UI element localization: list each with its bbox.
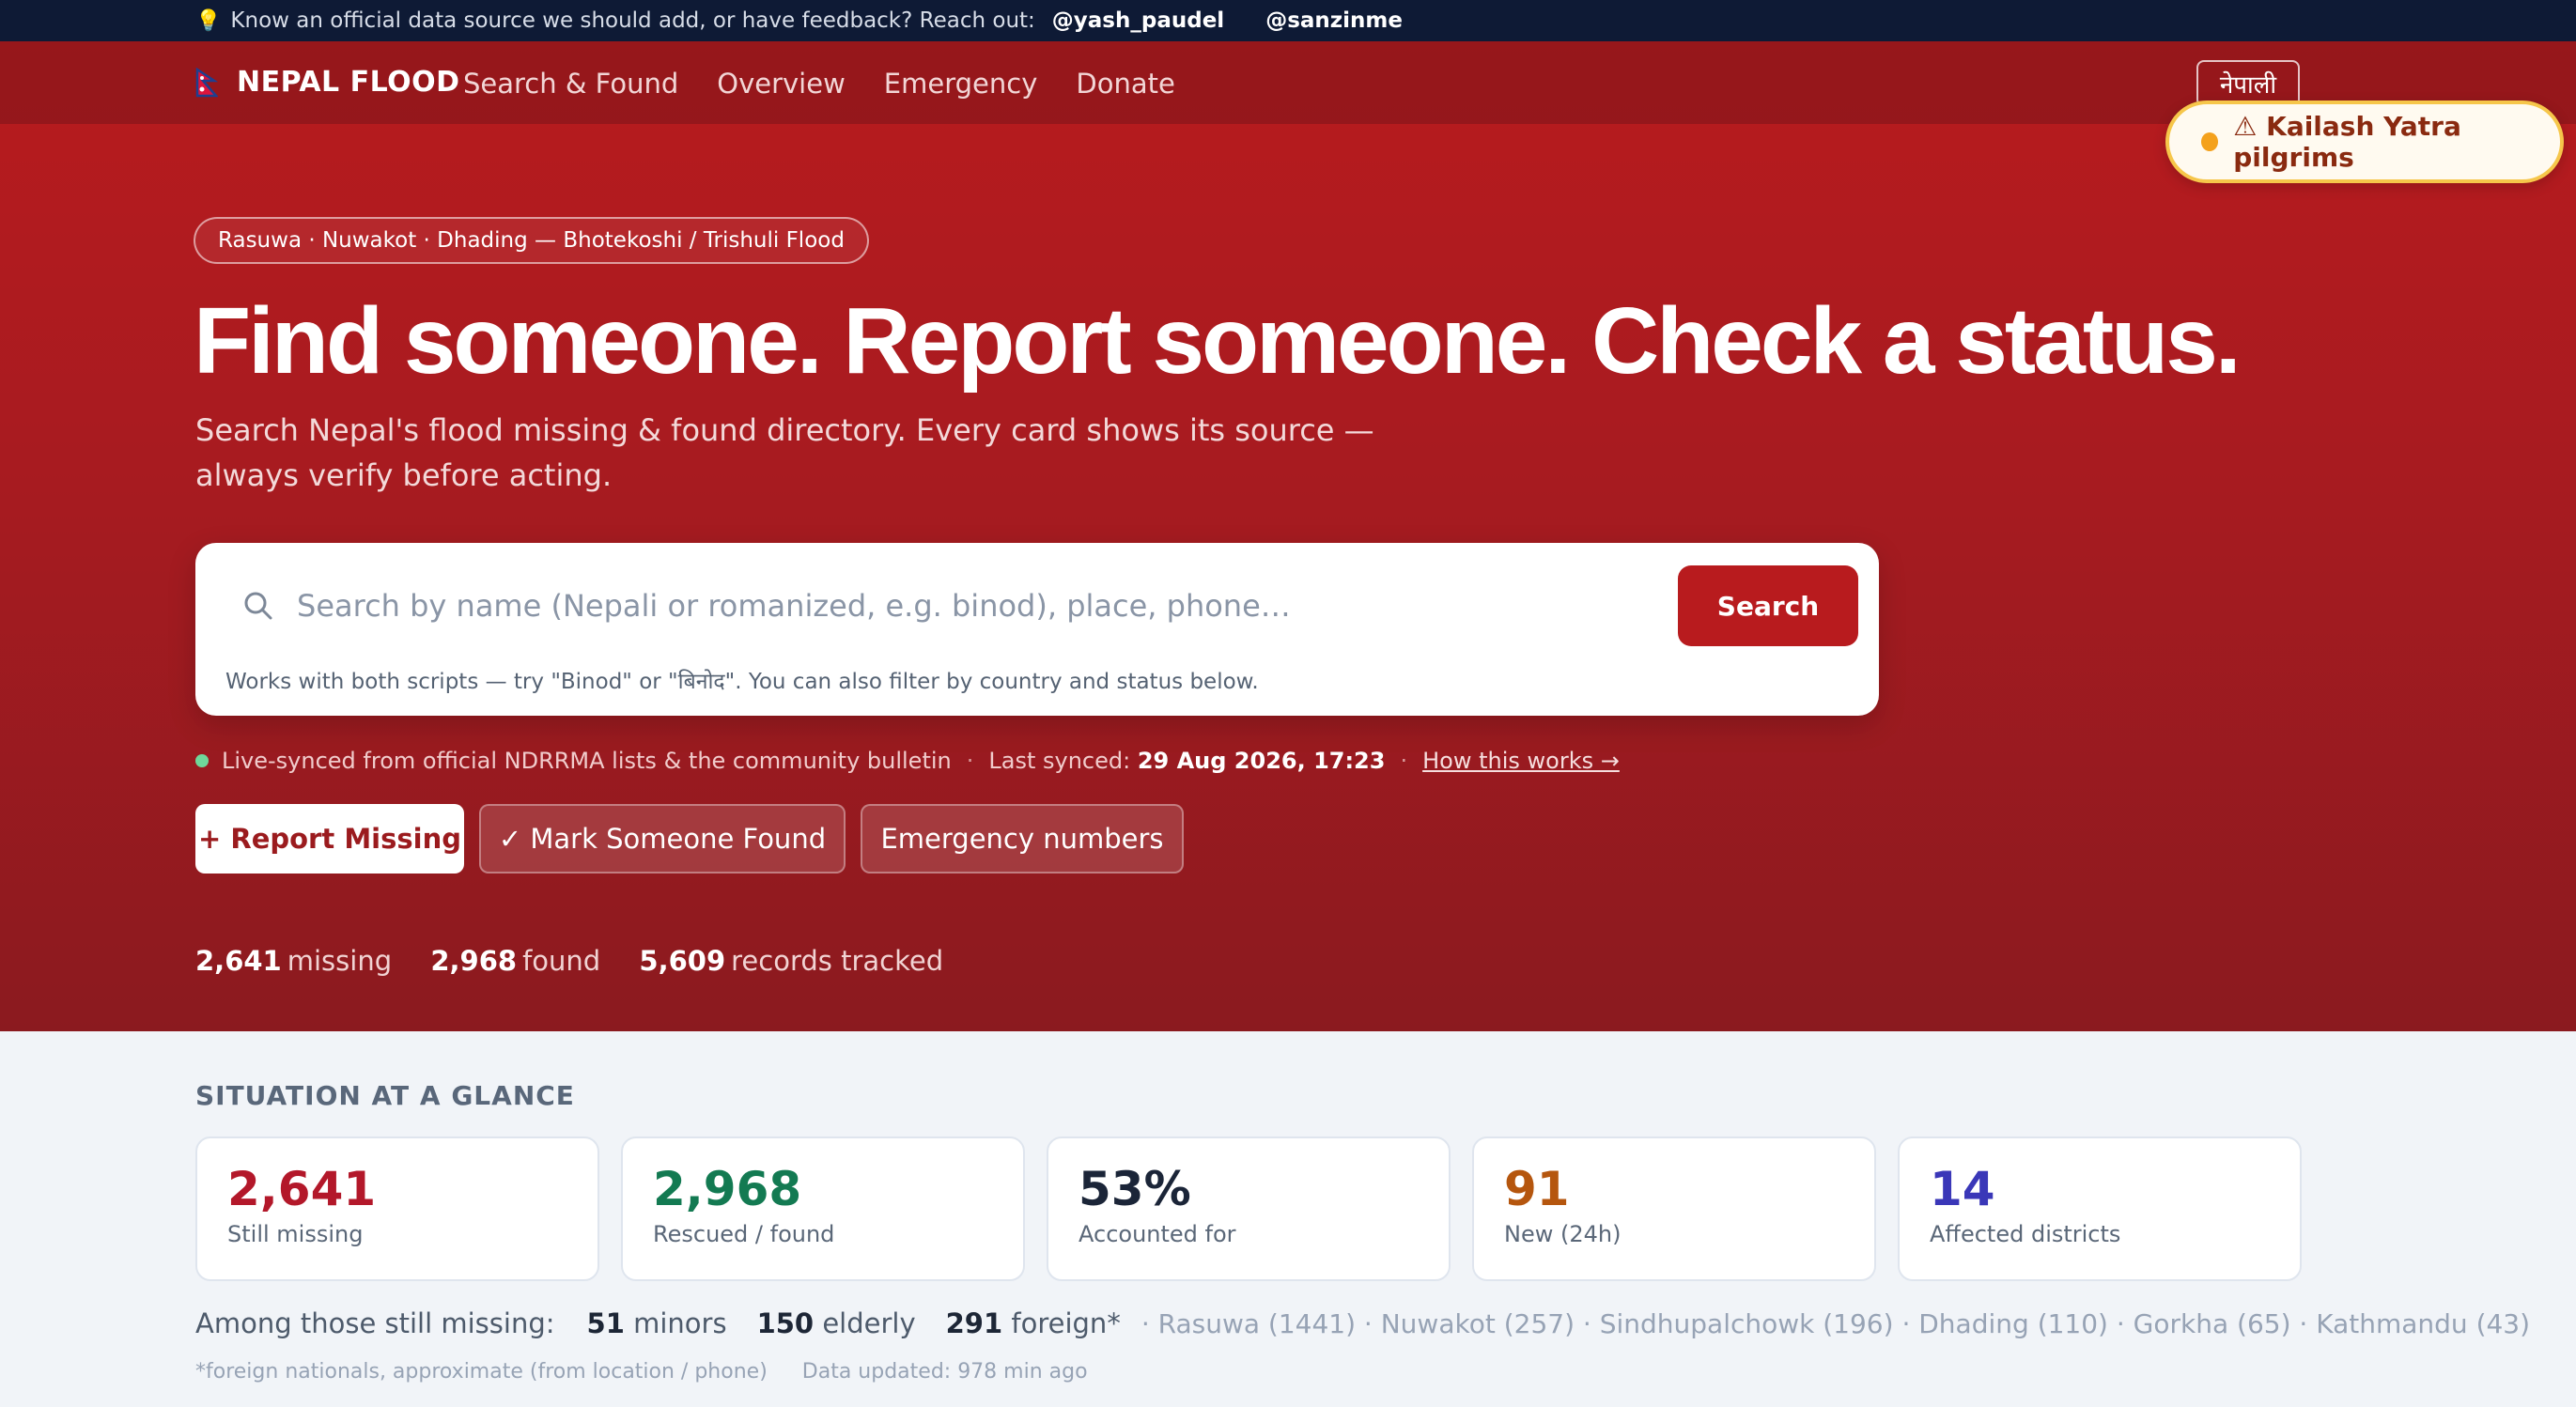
stat-label: Rescued / found (653, 1221, 835, 1247)
missing-label: missing (287, 945, 393, 977)
lightbulb-icon: 💡 (195, 8, 222, 33)
alert-dot-icon (2201, 132, 2219, 151)
foreign-group: 291 foreign* (946, 1307, 1121, 1339)
elderly-count: 150 (756, 1307, 815, 1339)
situation-title: SITUATION AT A GLANCE (195, 1080, 575, 1111)
region-badge: Rasuwa · Nuwakot · Dhading — Bhotekoshi … (194, 217, 869, 264)
stat-value: 2,968 (653, 1162, 802, 1216)
summary-counts: 2,641 missing 2,968 found 5,609 records tra… (195, 945, 943, 977)
announcement-bar: 💡 Know an official data source we should… (0, 0, 2576, 41)
nav-links: Search & Found Overview Emergency Donate (463, 68, 1214, 100)
elderly-label: elderly (822, 1307, 916, 1339)
how-this-works-link[interactable]: How this works → (1422, 748, 1620, 774)
announcement-text: Know an official data source we should a… (230, 8, 1035, 33)
found-count: 2,968 (430, 945, 518, 977)
last-synced-label: Last synced: (988, 748, 1131, 774)
nepal-flag-icon (195, 67, 218, 98)
brand-logo[interactable]: NEPAL FLOOD (195, 66, 460, 99)
footnote: *foreign nationals, approximate (from lo… (195, 1360, 1088, 1384)
search-icon (242, 590, 274, 622)
search-card: Search Works with both scripts — try "Bi… (195, 543, 1879, 716)
sync-source-text: Live-synced from official NDRRMA lists &… (222, 748, 952, 774)
stat-label: Accounted for (1079, 1221, 1236, 1247)
foreign-footnote: *foreign nationals, approximate (from lo… (195, 1360, 768, 1384)
nav-emergency[interactable]: Emergency (884, 68, 1038, 100)
stat-cards: 2,641 Still missing 2,968 Rescued / foun… (195, 1136, 2323, 1281)
missing-breakdown: Among those still missing: 51 minors 150… (195, 1307, 2530, 1339)
page-subhead: Search Nepal's flood missing & found dir… (195, 412, 1374, 493)
stat-card-affected-districts: 14 Affected districts (1898, 1136, 2302, 1281)
stat-value: 91 (1504, 1162, 1570, 1216)
stat-label: Still missing (227, 1221, 364, 1247)
missing-count: 2,641 (195, 945, 282, 977)
stat-card-new-24h: 91 New (24h) (1472, 1136, 1876, 1281)
minors-label: minors (633, 1307, 727, 1339)
brand-name: NEPAL FLOOD (237, 66, 460, 99)
mark-found-button[interactable]: ✓ Mark Someone Found (479, 804, 846, 874)
separator: · (966, 748, 974, 774)
nav-overview[interactable]: Overview (717, 68, 846, 100)
foreign-count: 291 (945, 1307, 1003, 1339)
stat-label: New (24h) (1504, 1221, 1622, 1247)
stat-value: 14 (1930, 1162, 1995, 1216)
stat-value: 53% (1079, 1162, 1191, 1216)
minors-count: 51 (586, 1307, 625, 1339)
nav-donate[interactable]: Donate (1076, 68, 1174, 100)
contact-link-yash[interactable]: @yash_paudel (1052, 8, 1224, 33)
elderly-group: 150 elderly (757, 1307, 916, 1339)
records-label: records tracked (731, 945, 944, 977)
records-count: 5,609 (639, 945, 726, 977)
sync-status: Live-synced from official NDRRMA lists &… (195, 748, 1620, 774)
found-label: found (522, 945, 601, 977)
page-headline: Find someone. Report someone. Check a st… (194, 288, 2242, 394)
alert-text: ⚠ Kailash Yatra pilgrims (2233, 111, 2461, 173)
search-input[interactable] (297, 579, 1706, 633)
stat-value: 2,641 (227, 1162, 377, 1216)
action-buttons: + Report Missing ✓ Mark Someone Found Em… (195, 804, 1199, 874)
foreign-label: foreign* (1011, 1307, 1121, 1339)
data-updated-text: Data updated: 978 min ago (801, 1360, 1088, 1384)
stat-label: Affected districts (1930, 1221, 2121, 1247)
emergency-numbers-button[interactable]: Emergency numbers (861, 804, 1184, 874)
stat-card-rescued: 2,968 Rescued / found (621, 1136, 1025, 1281)
last-synced-value: 29 Aug 2026, 17:23 (1137, 748, 1386, 774)
breakdown-label: Among those still missing: (195, 1307, 555, 1339)
hero-section: NEPAL FLOOD Search & Found Overview Emer… (0, 41, 2576, 1031)
search-hint: Works with both scripts — try "Binod" or… (225, 670, 1259, 694)
district-breakdown: · Rasuwa (1441) · Nuwakot (257) · Sindhu… (1141, 1308, 2531, 1339)
nav-search-found[interactable]: Search & Found (463, 68, 678, 100)
contact-link-sanzinme[interactable]: @sanzinme (1265, 8, 1403, 33)
alert-pill-kailash[interactable]: ⚠ Kailash Yatra pilgrims (2165, 100, 2564, 183)
minors-group: 51 minors (587, 1307, 727, 1339)
separator: · (1400, 748, 1408, 774)
report-missing-button[interactable]: + Report Missing (195, 804, 464, 874)
live-status-dot (195, 754, 209, 767)
stat-card-accounted: 53% Accounted for (1047, 1136, 1451, 1281)
search-button[interactable]: Search (1678, 565, 1858, 646)
stat-card-still-missing: 2,641 Still missing (195, 1136, 599, 1281)
